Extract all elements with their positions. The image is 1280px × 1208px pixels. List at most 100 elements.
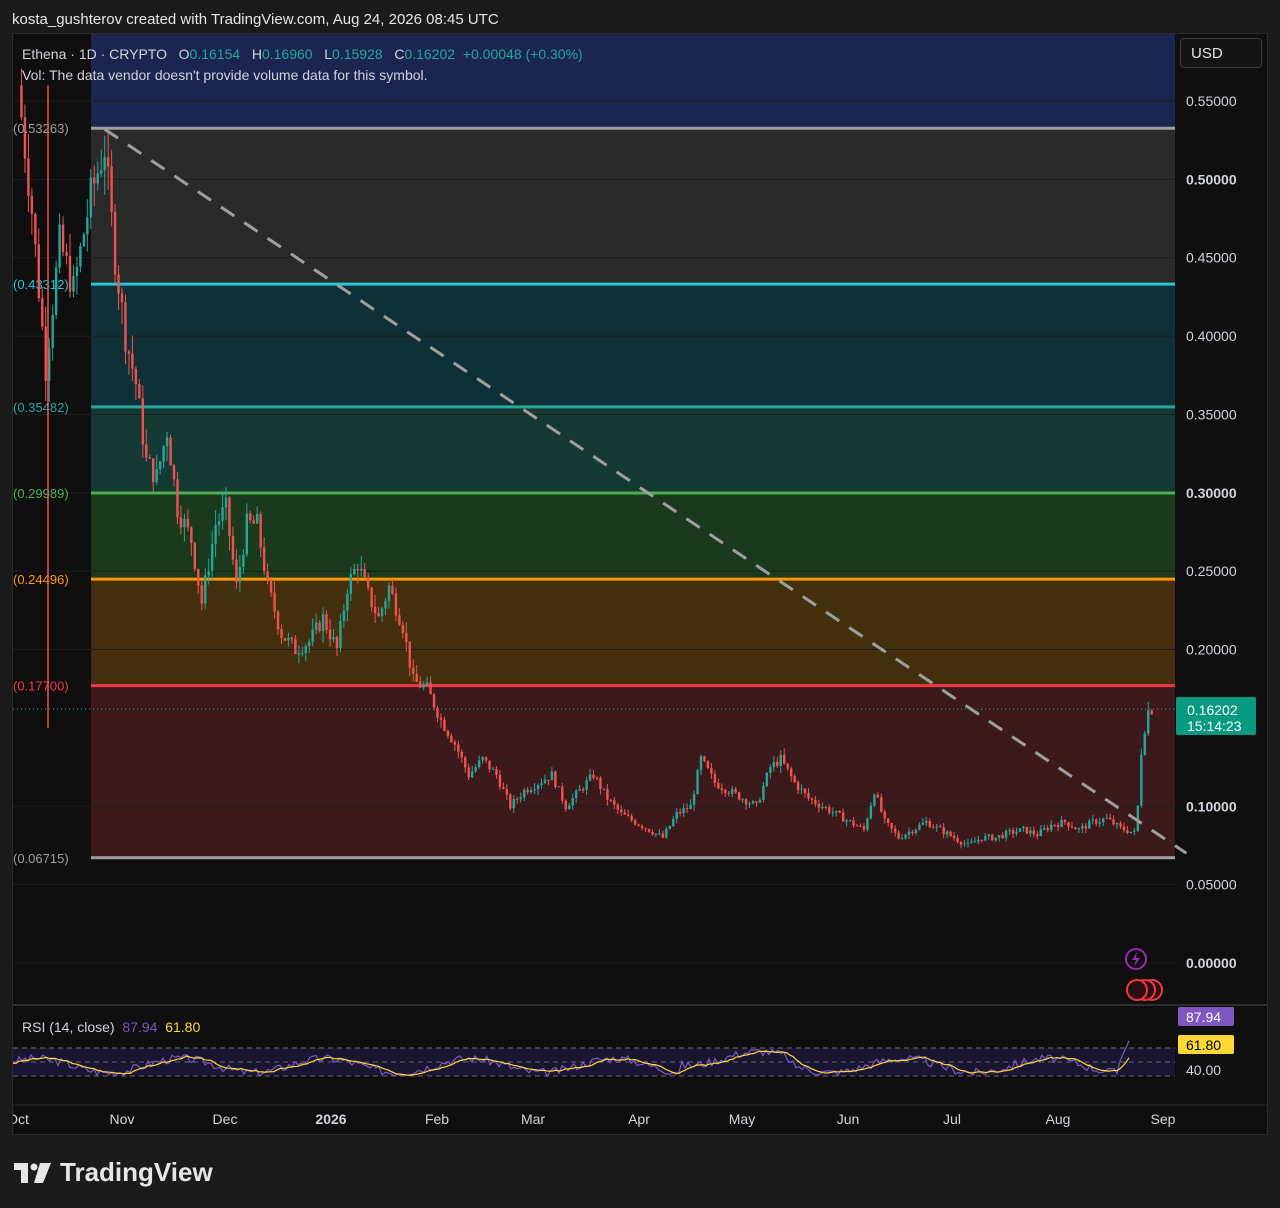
- rsi-ma-value: 61.80: [165, 1019, 201, 1035]
- candle-body: [238, 567, 242, 583]
- candle-body: [516, 799, 519, 801]
- candle-body: [1046, 828, 1049, 830]
- candle-body: [384, 600, 387, 609]
- candle-body: [484, 756, 488, 761]
- candle-body: [533, 789, 536, 791]
- candle-body: [717, 783, 720, 789]
- candle-body: [526, 789, 529, 793]
- symbol-name[interactable]: Ethena · 1D · CRYPTO: [22, 46, 167, 62]
- candle-body: [737, 792, 741, 800]
- candle-body: [356, 569, 359, 571]
- tradingview-logo[interactable]: TradingView: [14, 1157, 213, 1188]
- candle-body: [630, 815, 633, 821]
- candle-body: [682, 808, 685, 814]
- candle-body: [554, 771, 557, 788]
- x-tick-label-5: Mar: [521, 1111, 545, 1127]
- candle-body: [540, 783, 543, 786]
- currency-button[interactable]: USD: [1180, 38, 1262, 68]
- candle-body: [242, 554, 245, 568]
- candle-body: [987, 834, 990, 836]
- fib-level-label-4: (0.24496): [13, 572, 69, 587]
- candle-body: [54, 267, 58, 315]
- countdown-label: 15:14:23: [1187, 718, 1242, 734]
- candle-body: [318, 622, 321, 632]
- candle-body: [606, 788, 609, 800]
- candle-body: [380, 608, 384, 617]
- candle-body: [866, 818, 869, 830]
- candle-body: [1105, 817, 1108, 819]
- candle-body: [127, 351, 131, 354]
- candle-body: [557, 786, 561, 788]
- price-chart[interactable]: (0.53263) (0.43312) (0.35482) (0.29989) (0.2…: [13, 34, 1267, 1134]
- candle-body: [207, 570, 210, 576]
- candle-body: [304, 646, 307, 654]
- candle-body: [880, 797, 883, 812]
- candle-body: [495, 768, 498, 775]
- close-value: 0.16202: [404, 46, 456, 62]
- candle-body: [1001, 835, 1004, 839]
- candle-body: [1081, 825, 1084, 829]
- candle-body: [82, 234, 86, 247]
- candle-body: [1115, 823, 1119, 825]
- candle-body: [609, 799, 613, 801]
- candle-body: [145, 444, 148, 458]
- candle-body: [169, 437, 172, 466]
- candle-body: [1004, 831, 1008, 839]
- candle-body: [44, 326, 47, 381]
- candle-body: [439, 717, 443, 720]
- candle-body: [155, 469, 158, 483]
- candle-body: [672, 819, 675, 826]
- candle-body: [710, 768, 713, 774]
- candle-body: [488, 760, 491, 770]
- candle-body: [1049, 824, 1053, 830]
- candle-body: [165, 437, 169, 447]
- candle-body: [1129, 831, 1133, 833]
- candle-body: [522, 789, 526, 798]
- fib-zone-3: [91, 492, 1175, 580]
- candle-body: [363, 568, 366, 578]
- candle-body: [103, 157, 106, 171]
- candle-body: [640, 825, 644, 829]
- candle-body: [214, 525, 217, 544]
- candle-body: [332, 637, 335, 640]
- candle-body: [900, 838, 904, 840]
- candle-body: [335, 637, 339, 649]
- candle-body: [748, 803, 751, 805]
- candle-body: [34, 214, 37, 245]
- low-value: 0.15928: [332, 46, 383, 62]
- candle-body: [991, 834, 994, 841]
- candle-body: [939, 826, 942, 828]
- y-tick-label-6: 0.25000: [1186, 563, 1237, 579]
- candle-body: [997, 835, 1001, 838]
- candle-body: [890, 823, 893, 829]
- candle-body: [224, 497, 228, 508]
- candle-body: [1140, 754, 1143, 806]
- candle-body: [210, 543, 214, 571]
- chart-frame: (0.53263) (0.43312) (0.35482) (0.29989) (0.2…: [12, 33, 1268, 1135]
- candle-body: [172, 465, 176, 480]
- candle-body: [1122, 826, 1126, 831]
- candle-body: [30, 195, 34, 215]
- candle-body: [800, 788, 803, 790]
- rsi-value: 87.94: [122, 1019, 158, 1035]
- candle-body: [179, 517, 183, 528]
- candle-body: [249, 513, 252, 521]
- candle-body: [1036, 834, 1039, 837]
- candle-body: [1018, 828, 1022, 832]
- event-flag-icon[interactable]: [1126, 979, 1148, 1001]
- candle-body: [353, 569, 356, 575]
- candle-body: [505, 788, 509, 795]
- candle-body: [685, 808, 689, 810]
- candle-body: [952, 835, 956, 839]
- candle-body: [235, 559, 238, 583]
- rsi-label[interactable]: RSI (14, close): [22, 1019, 115, 1035]
- candle-body: [131, 353, 134, 369]
- tradingview-brand: TradingView: [60, 1157, 213, 1187]
- candle-body: [793, 776, 796, 783]
- candle-body: [620, 809, 623, 813]
- candle-body: [221, 507, 224, 521]
- y-tick-label-3: 0.40000: [1186, 328, 1237, 344]
- candle-body: [176, 479, 179, 518]
- candle-body: [321, 614, 325, 632]
- candle-body: [637, 824, 640, 826]
